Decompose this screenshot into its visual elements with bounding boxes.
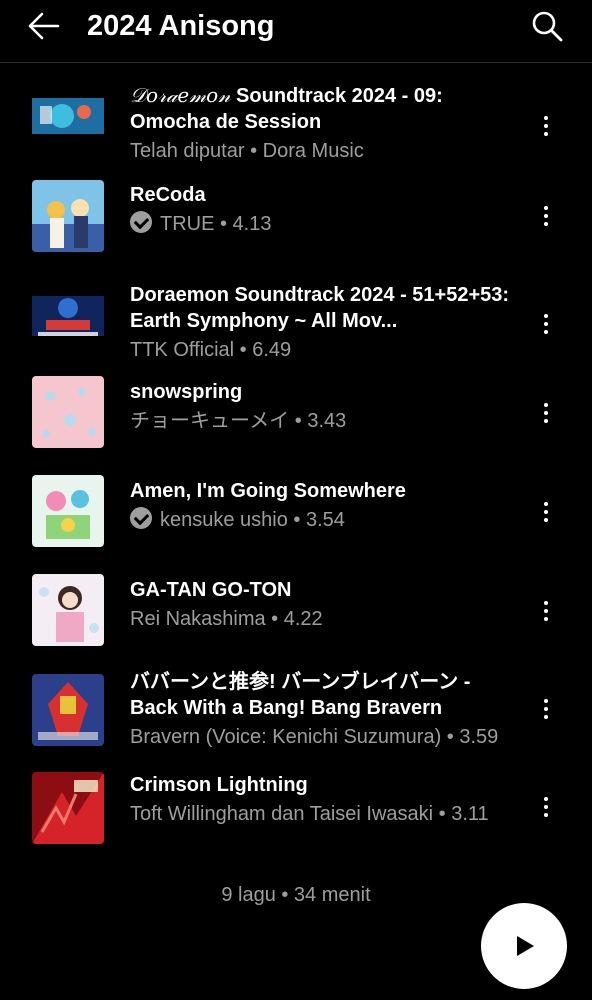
arrow-left-icon	[28, 12, 60, 40]
song-title: Amen, I'm Going Somewhere	[130, 480, 406, 502]
song-row[interactable]: Amen, I'm Going Somewhere kensuke ushio …	[0, 467, 592, 559]
album-art	[32, 376, 104, 448]
song-subtitle: TRUE • 4.13	[160, 213, 272, 235]
search-button[interactable]	[529, 9, 565, 43]
song-title: 𝒟𝑜𝓇𝒶𝑒𝓂𝑜𝓃 Soundtrack 2024 - 09: Omocha de…	[130, 82, 510, 135]
back-button[interactable]	[26, 10, 62, 42]
song-subtitle: Bravern (Voice: Kenichi Suzumura) • 3.59	[130, 726, 499, 748]
search-icon	[532, 11, 563, 42]
verified-check-icon	[130, 211, 152, 233]
album-art	[32, 180, 104, 252]
album-art	[32, 80, 104, 152]
song-subtitle: Rei Nakashima • 4.22	[130, 608, 323, 630]
more-options-button[interactable]	[532, 304, 560, 344]
more-options-button[interactable]	[532, 393, 560, 433]
play-button[interactable]	[481, 903, 567, 989]
app-header: 2024 Anisong	[0, 0, 592, 62]
more-options-button[interactable]	[532, 591, 560, 631]
song-row[interactable]: Crimson Lightning Toft Willingham dan Ta…	[0, 762, 592, 854]
song-row[interactable]: 𝒟𝑜𝓇𝒶𝑒𝓂𝑜𝓃 Soundtrack 2024 - 09: Omocha de…	[0, 70, 592, 162]
album-art	[32, 280, 104, 352]
verified-check-icon	[130, 507, 152, 529]
song-row[interactable]: ReCoda TRUE • 4.13	[0, 170, 592, 262]
album-art	[32, 772, 104, 844]
more-options-button[interactable]	[532, 492, 560, 532]
song-subtitle: kensuke ushio • 3.54	[160, 509, 345, 531]
album-art	[32, 574, 104, 646]
album-art	[32, 674, 104, 746]
song-title: ババーンと推参! バーンブレイバーン - Back With a Bang! B…	[130, 671, 471, 719]
album-art	[32, 475, 104, 547]
song-subtitle: TTK Official • 6.49	[130, 339, 292, 361]
song-subtitle-row: TRUE • 4.13	[130, 211, 510, 237]
song-row[interactable]: Doraemon Soundtrack 2024 - 51+52+53: Ear…	[0, 270, 592, 362]
song-title: Doraemon Soundtrack 2024 - 51+52+53: Ear…	[130, 284, 510, 332]
more-options-button[interactable]	[532, 106, 560, 146]
song-subtitle: Telah diputar • Dora Music	[130, 140, 364, 162]
more-options-button[interactable]	[532, 196, 560, 236]
song-title: snowspring	[130, 381, 243, 403]
song-title: Crimson Lightning	[130, 774, 308, 796]
song-title-deco: 𝒟𝑜𝓇𝒶𝑒𝓂𝑜𝓃	[130, 83, 231, 107]
song-title: GA-TAN GO-TON	[130, 579, 292, 601]
page-title: 2024 Anisong	[87, 10, 275, 42]
song-row[interactable]: ババーンと推参! バーンブレイバーン - Back With a Bang! B…	[0, 664, 592, 756]
song-title: ReCoda	[130, 184, 206, 206]
more-options-button[interactable]	[532, 787, 560, 827]
song-subtitle: Toft Willingham dan Taisei Iwasaki • 3.1…	[130, 803, 489, 825]
more-options-button[interactable]	[532, 689, 560, 729]
play-icon	[517, 936, 534, 956]
song-row[interactable]: snowspring チョーキューメイ • 3.43	[0, 368, 592, 460]
song-row[interactable]: GA-TAN GO-TON Rei Nakashima • 4.22	[0, 566, 592, 658]
header-divider	[0, 62, 592, 63]
song-subtitle-row: kensuke ushio • 3.54	[130, 507, 510, 533]
song-subtitle: チョーキューメイ • 3.43	[130, 410, 347, 432]
playlist-summary: 9 lagu • 34 menit	[221, 884, 371, 906]
